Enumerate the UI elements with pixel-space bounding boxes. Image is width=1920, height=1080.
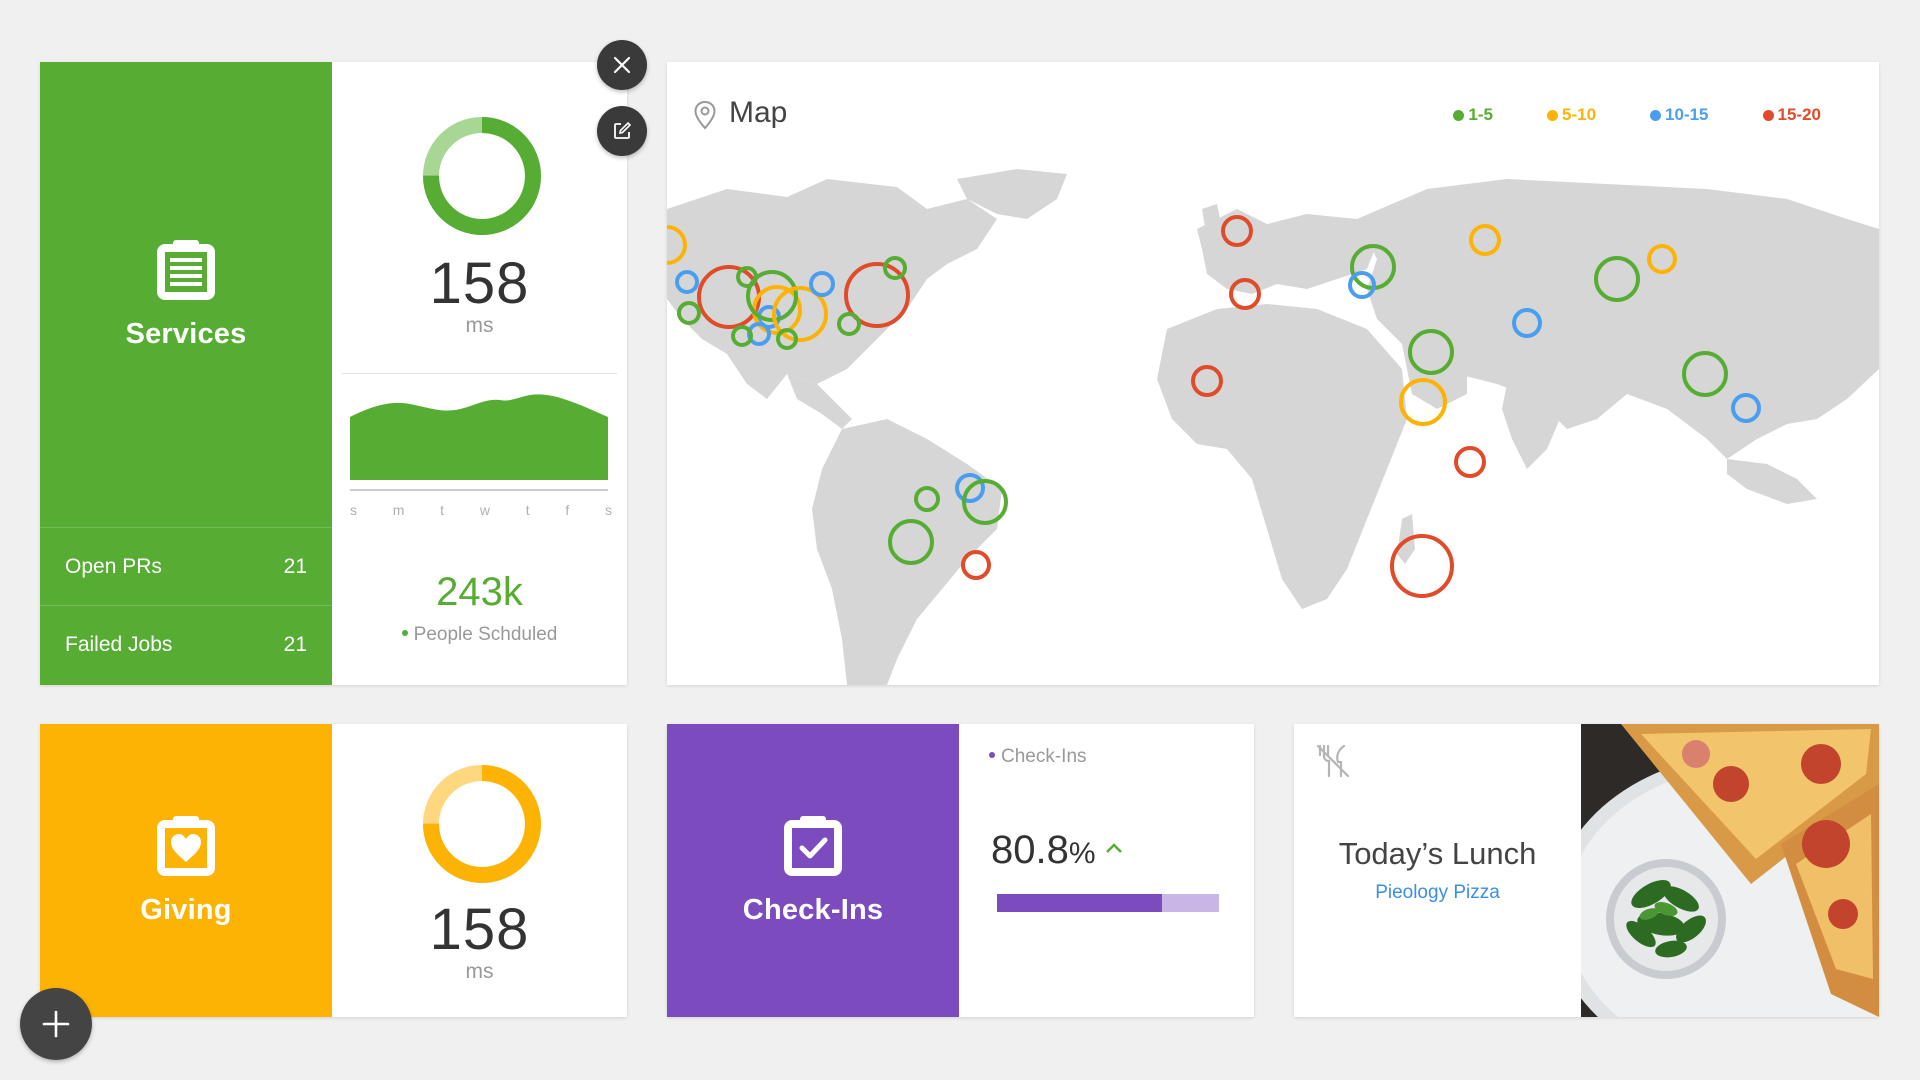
legend-label: 1-5 (1468, 105, 1493, 124)
checkins-tile[interactable]: Check-Ins (667, 724, 959, 1017)
world-map[interactable] (667, 169, 1879, 685)
checkins-label-text: Check-Ins (1001, 746, 1087, 767)
activity-area-chart (350, 394, 608, 491)
add-button[interactable] (20, 988, 92, 1060)
map-marker[interactable] (961, 550, 991, 580)
legend-item[interactable]: 15-20 (1762, 105, 1821, 125)
checkins-header: Check-Ins (667, 724, 959, 1017)
legend-swatch (1547, 109, 1558, 121)
response-time-value: 158 (429, 251, 530, 316)
map-marker[interactable] (1454, 446, 1486, 478)
weekday-label: w (479, 502, 490, 518)
giving-unit: ms (465, 960, 494, 983)
land-masses (667, 169, 1879, 685)
legend-swatch (1650, 109, 1662, 121)
people-scheduled-label: People Schduled (332, 624, 627, 646)
close-button[interactable] (597, 40, 647, 90)
se-asia-islands (1727, 459, 1817, 504)
map-title: Map (729, 96, 788, 129)
heart-calendar-icon (157, 816, 215, 876)
pizza-photo (1581, 724, 1879, 1017)
giving-details: 158 ms (332, 724, 627, 1017)
map-legend: 1-5 5-10 10-15 15-20 (1453, 105, 1821, 125)
weekday-label: t (440, 502, 445, 518)
lunch-card: Today’s Lunch Pieology Pizza (1294, 724, 1879, 1017)
status-dot (989, 751, 995, 758)
legend-label: 5-10 (1562, 105, 1597, 124)
map-card: Map 1-5 5-10 10-15 15-20 (667, 62, 1879, 685)
response-time-unit: ms (465, 314, 494, 337)
utensils-off-icon (1316, 744, 1350, 778)
map-pin-icon (694, 100, 716, 130)
checkins-details: Check-Ins 80.8% (959, 724, 1254, 1017)
stat-label: Open PRs (65, 554, 162, 578)
checkins-number: 80.8 (991, 828, 1069, 872)
giving-header: Giving (40, 724, 332, 1017)
giving-card: Giving 158 ms (40, 724, 627, 1017)
stat-row-open-prs[interactable]: Open PRs 21 (40, 527, 332, 605)
checkins-card: Check-Ins Check-Ins 80.8% (667, 724, 1254, 1017)
legend-item[interactable]: 10-15 (1650, 105, 1709, 125)
checkins-value: 80.8% (991, 828, 1096, 873)
divider (342, 373, 617, 374)
legend-swatch (1762, 109, 1774, 121)
checkins-progress-fill (997, 894, 1162, 912)
legend-label: 15-20 (1777, 105, 1821, 124)
weekday-label: t (525, 502, 530, 518)
people-scheduled-value: 243k (436, 570, 523, 614)
asia (1357, 179, 1879, 459)
services-details: 158 ms s m t w t f s 243k People Schdule… (332, 62, 627, 685)
plus-icon (42, 1010, 70, 1038)
percent-sign: % (1068, 837, 1096, 870)
giving-ring (423, 765, 541, 883)
stat-label: Failed Jobs (65, 632, 173, 656)
stat-value: 21 (283, 632, 307, 656)
clipboard-list-icon (157, 240, 215, 300)
africa (1157, 304, 1407, 609)
weekday-label: m (392, 502, 405, 518)
lunch-title: Today’s Lunch (1338, 836, 1537, 871)
stat-value: 21 (283, 554, 307, 578)
stat-row-failed-jobs[interactable]: Failed Jobs 21 (40, 605, 332, 683)
close-icon (613, 56, 631, 74)
legend-item[interactable]: 1-5 (1453, 105, 1493, 125)
services-tile[interactable]: Services Open PRs 21 Failed Jobs 21 (40, 62, 332, 685)
map-marker[interactable] (1390, 534, 1454, 598)
map-header: Map 1-5 5-10 10-15 15-20 (667, 62, 1879, 169)
services-card: Services Open PRs 21 Failed Jobs 21 158 … (40, 62, 627, 685)
services-title: Services (125, 318, 247, 350)
legend-item[interactable]: 5-10 (1547, 105, 1596, 125)
edit-icon (614, 121, 632, 139)
weekday-label: s (604, 502, 612, 518)
trend-up-icon (1106, 843, 1122, 853)
response-ring (423, 117, 541, 235)
status-dot (401, 629, 408, 636)
weekday-label: s (350, 502, 357, 518)
lunch-info: Today’s Lunch Pieology Pizza (1294, 724, 1581, 1017)
legend-swatch (1453, 109, 1465, 121)
checkins-label: Check-Ins (989, 746, 1087, 768)
weekday-label: f (565, 502, 570, 518)
giving-title: Giving (140, 894, 232, 926)
giving-value: 158 (429, 897, 530, 962)
weekday-axis: s m t w t f s (350, 502, 612, 518)
checkins-progress-bar (997, 894, 1219, 912)
services-header: Services (40, 62, 332, 527)
giving-tile[interactable]: Giving (40, 724, 332, 1017)
lunch-restaurant-link[interactable]: Pieology Pizza (1294, 882, 1581, 904)
check-calendar-icon (784, 816, 842, 876)
checkins-title: Check-Ins (742, 894, 884, 926)
edit-button[interactable] (597, 106, 647, 156)
metric-label-text: People Schduled (413, 624, 558, 645)
legend-label: 10-15 (1665, 105, 1709, 124)
